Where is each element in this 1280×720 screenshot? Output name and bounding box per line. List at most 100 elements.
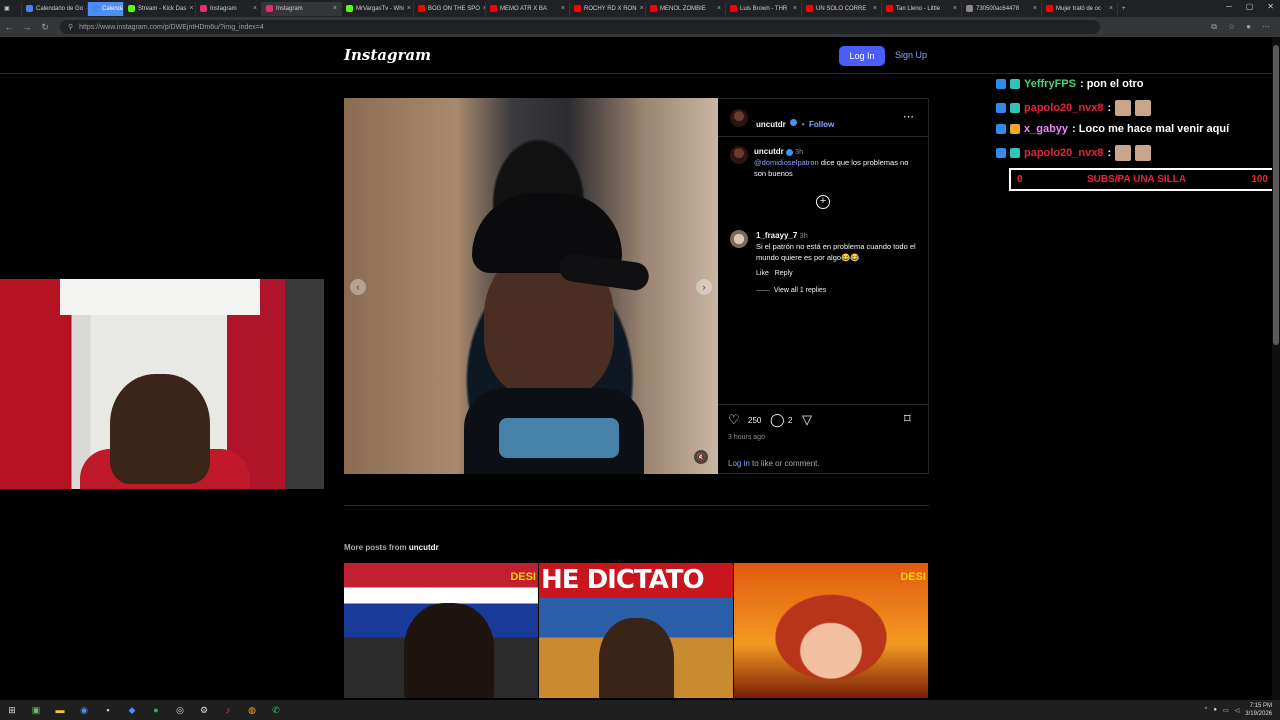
obs-icon[interactable]: ◎	[168, 700, 192, 720]
chrome-icon[interactable]: ◍	[240, 700, 264, 720]
browser-tab[interactable]: Mujer trató de oc ×	[1042, 1, 1118, 16]
tab-close-icon[interactable]: ×	[333, 5, 337, 12]
tab-close-icon[interactable]: ×	[640, 5, 644, 12]
tab-close-icon[interactable]: ×	[873, 5, 877, 12]
tab-close-icon[interactable]: ×	[953, 5, 957, 12]
tab-close-icon[interactable]: ×	[561, 5, 565, 12]
maximize-icon[interactable]: ▢	[1246, 2, 1254, 11]
caption-author[interactable]: uncutdr	[754, 147, 784, 156]
browser-icon[interactable]: ◉	[72, 700, 96, 720]
instagram-logo[interactable]: Instagram	[344, 46, 431, 64]
mute-icon[interactable]: 🔇	[694, 450, 708, 464]
editor-icon[interactable]: ◆	[120, 700, 144, 720]
tab-close-icon[interactable]: ×	[717, 5, 721, 12]
windows-taskbar: ⊞ ▣ ▬ ◉ ▪ ◆ ● ◎ ⚙ ♪ ◍ ✆ ^ ● ▭ ◁ 7:15 PM …	[0, 700, 1280, 720]
window-menu-icon[interactable]: ▣	[0, 1, 22, 16]
tab-close-icon[interactable]: ×	[407, 5, 411, 12]
avatar[interactable]	[730, 230, 748, 248]
post-video[interactable]: ‹ › 🔇	[344, 98, 718, 474]
next-slide-icon[interactable]: ›	[696, 279, 712, 295]
whatsapp-icon[interactable]: ✆	[264, 700, 288, 720]
login-prompt-link[interactable]: Log in	[728, 459, 750, 468]
tab-close-icon[interactable]: ×	[189, 5, 193, 12]
browser-tab[interactable]: Calendario de Go×	[22, 1, 88, 16]
site-info-icon[interactable]: ⚲	[68, 23, 73, 31]
tab-favicon-icon	[574, 5, 581, 12]
browser-tab[interactable]: Calendar×	[88, 1, 124, 16]
browser-tab[interactable]: MENOL ZOMBIE ×	[646, 1, 726, 16]
tab-close-icon[interactable]: ×	[793, 5, 797, 12]
network-icon[interactable]: ▭	[1223, 707, 1229, 714]
heart-icon[interactable]: ♡	[728, 412, 740, 428]
post-author-line: uncutdr • Follow	[756, 114, 834, 132]
settings-icon[interactable]: ⚙	[192, 700, 216, 720]
settings-menu-icon[interactable]: ⋯	[1262, 22, 1270, 32]
browser-tab[interactable]: Instagram ×	[196, 1, 262, 16]
start-icon[interactable]: ⊞	[0, 700, 24, 720]
follow-button[interactable]: Follow	[809, 120, 834, 129]
comments-count: 2	[788, 416, 793, 425]
spotify-icon[interactable]: ●	[144, 700, 168, 720]
microphone-icon[interactable]: ●	[1213, 707, 1217, 713]
extensions-icon[interactable]: ⧉	[1211, 22, 1217, 32]
avatar[interactable]	[730, 109, 748, 127]
load-more-comments-icon[interactable]: +	[816, 195, 830, 209]
tiktok-icon[interactable]: ♪	[216, 700, 240, 720]
more-post-thumbnail[interactable]: DESI	[344, 563, 538, 698]
app-icon[interactable]: ▣	[24, 700, 48, 720]
tab-close-icon[interactable]: ×	[1109, 5, 1113, 12]
chat-text: :	[1107, 102, 1112, 114]
clock[interactable]: 7:15 PM 3/19/2026	[1245, 702, 1272, 718]
caption-mention[interactable]: @domidioselpatron	[754, 158, 819, 167]
comment-like-button[interactable]: Like	[756, 270, 769, 277]
forward-icon[interactable]: →	[18, 22, 36, 32]
chat-emote-icon	[1115, 100, 1132, 116]
browser-tab[interactable]: Instagram ×	[262, 1, 342, 16]
file-explorer-icon[interactable]: ▬	[48, 700, 72, 720]
browser-tab[interactable]: 730500ac64478 ×	[962, 1, 1042, 16]
browser-tab[interactable]: Luis Brown - THR ×	[726, 1, 802, 16]
comment-author[interactable]: 1_fraayy_7	[756, 231, 797, 240]
minimize-icon[interactable]: ─	[1226, 2, 1232, 11]
view-replies-button[interactable]: View all 1 replies	[774, 287, 826, 294]
reload-icon[interactable]: ↻	[36, 22, 54, 33]
post-author[interactable]: uncutdr	[756, 120, 786, 129]
scrollbar-thumb[interactable]	[1273, 45, 1279, 345]
tab-close-icon[interactable]: ×	[1033, 5, 1037, 12]
browser-tab[interactable]: MrVargasTv - Whi ×	[342, 1, 414, 16]
clock-date: 3/19/2026	[1245, 711, 1272, 717]
close-icon[interactable]: ✕	[1267, 2, 1274, 11]
more-options-icon[interactable]: ⋯	[903, 110, 914, 123]
tab-close-icon[interactable]: ×	[253, 5, 257, 12]
browser-tab[interactable]: BOG ON THE SPO×	[414, 1, 486, 16]
profile-icon[interactable]: ●	[1246, 22, 1251, 32]
url-field[interactable]: ⚲ https://www.instagram.com/p/DWEjntHDm6…	[60, 20, 1100, 34]
browser-tab[interactable]: ROCHY RD X RON ×	[570, 1, 646, 16]
browser-tab[interactable]: Stream - Kick Das ×	[124, 1, 196, 16]
more-posts-user[interactable]: uncutdr	[409, 543, 439, 552]
previous-slide-icon[interactable]: ‹	[350, 279, 366, 295]
new-tab-icon[interactable]: +	[1118, 2, 1130, 16]
browser-tab[interactable]: Tan Lleno - Little ×	[882, 1, 962, 16]
browser-tab[interactable]: UN SOLO CORRE ×	[802, 1, 882, 16]
share-icon[interactable]: ▽	[802, 412, 812, 428]
chat-badge-icon	[1010, 79, 1020, 89]
page-scrollbar[interactable]	[1272, 37, 1280, 700]
system-tray: ^ ● ▭ ◁ 7:15 PM 3/19/2026	[1205, 702, 1272, 718]
browser-tab[interactable]: MEMO ATR X BA ×	[486, 1, 570, 16]
more-post-thumbnail[interactable]: DESI	[734, 563, 928, 698]
more-post-thumbnail[interactable]: HE DICTATO	[539, 563, 733, 698]
tray-overflow-icon[interactable]: ^	[1205, 707, 1208, 713]
comment-icon[interactable]: ◯	[770, 412, 785, 428]
volume-icon[interactable]: ◁	[1235, 707, 1240, 714]
back-icon[interactable]: ←	[0, 22, 18, 32]
avatar[interactable]	[730, 146, 748, 164]
tab-label: Stream - Kick Das	[138, 5, 187, 12]
favorites-icon[interactable]: ☆	[1228, 22, 1235, 32]
section-divider	[344, 505, 929, 506]
bookmark-icon[interactable]: ⌑	[904, 411, 911, 427]
camera-app-icon[interactable]: ▪	[96, 700, 120, 720]
signup-link[interactable]: Sign Up	[895, 50, 927, 60]
comment-reply-button[interactable]: Reply	[775, 270, 793, 277]
login-button[interactable]: Log In	[839, 46, 885, 66]
